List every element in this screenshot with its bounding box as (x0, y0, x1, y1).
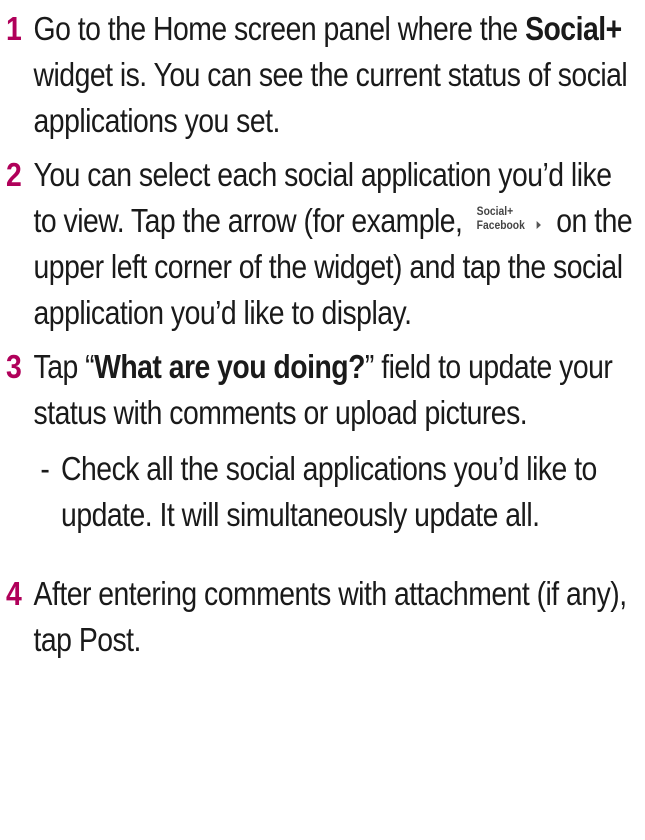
step-number: 4 (6, 575, 22, 612)
step-text: After entering comments with attachment … (33, 575, 628, 658)
step-number: 3 (6, 348, 22, 385)
sub-item-dash: - (40, 450, 50, 487)
step-text: Tap “ (33, 348, 95, 385)
right-arrow-icon (536, 221, 542, 229)
sub-item-text: Check all the social applications you’d … (61, 450, 597, 533)
step-2: 2 You can select each social application… (0, 152, 636, 336)
step-3: 3 Tap “What are you doing?” field to upd… (0, 344, 636, 436)
instruction-page: 1 Go to the Home screen panel where the … (0, 0, 645, 840)
social-widget-selector-icon: Social+ Facebook (473, 204, 545, 234)
widget-app-label: Facebook (476, 218, 525, 232)
step-bold-text: What are you doing? (94, 348, 365, 385)
step-1: 1 Go to the Home screen panel where the … (0, 6, 636, 144)
step-text: Go to the Home screen panel where the (33, 10, 526, 47)
step-3-sub-item: - Check all the social applications you’… (0, 446, 629, 538)
step-text: widget is. You can see the current statu… (33, 56, 628, 139)
step-number: 2 (6, 156, 22, 193)
step-bold-text: Social+ (525, 10, 622, 47)
widget-title-label: Social+ (476, 204, 514, 218)
step-4: 4 After entering comments with attachmen… (0, 571, 636, 663)
step-number: 1 (6, 10, 22, 47)
